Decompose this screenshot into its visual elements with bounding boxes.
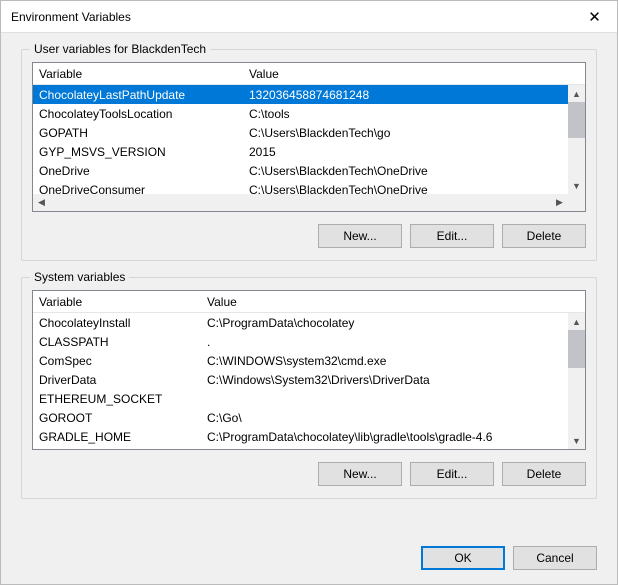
- column-header-variable[interactable]: Variable: [33, 67, 243, 81]
- table-row[interactable]: ComSpecC:\WINDOWS\system32\cmd.exe: [33, 351, 568, 370]
- system-list-body: ChocolateyInstallC:\ProgramData\chocolat…: [33, 313, 585, 449]
- cell-variable: CLASSPATH: [33, 335, 201, 349]
- user-new-button[interactable]: New...: [318, 224, 402, 248]
- scroll-right-icon[interactable]: ▶: [551, 194, 568, 211]
- cell-value: C:\ProgramData\chocolatey\lib\gradle\too…: [201, 430, 563, 444]
- cell-value: 132036458874681248: [243, 88, 563, 102]
- window-title: Environment Variables: [1, 10, 572, 24]
- scroll-down-icon[interactable]: ▼: [568, 432, 585, 449]
- table-row[interactable]: GOPATHC:\Users\BlackdenTech\go: [33, 123, 568, 142]
- column-header-value[interactable]: Value: [243, 67, 563, 81]
- vertical-scrollbar[interactable]: ▲ ▼: [568, 85, 585, 194]
- user-variables-list[interactable]: Variable Value ChocolateyLastPathUpdate1…: [32, 62, 586, 212]
- table-row[interactable]: OneDriveC:\Users\BlackdenTech\OneDrive: [33, 161, 568, 180]
- cell-variable: GYP_MSVS_VERSION: [33, 145, 243, 159]
- cell-value: 2015: [243, 145, 563, 159]
- dialog-content: User variables for BlackdenTech Variable…: [1, 33, 617, 584]
- system-new-button[interactable]: New...: [318, 462, 402, 486]
- scroll-up-icon[interactable]: ▲: [568, 85, 585, 102]
- user-delete-button[interactable]: Delete: [502, 224, 586, 248]
- cell-variable: ChocolateyToolsLocation: [33, 107, 243, 121]
- system-buttons: New... Edit... Delete: [32, 462, 586, 486]
- cell-variable: DriverData: [33, 373, 201, 387]
- system-list-header: Variable Value: [33, 291, 585, 313]
- table-row[interactable]: DriverDataC:\Windows\System32\Drivers\Dr…: [33, 370, 568, 389]
- user-variables-legend: User variables for BlackdenTech: [30, 42, 210, 56]
- table-row[interactable]: ChocolateyLastPathUpdate1320364588746812…: [33, 85, 568, 104]
- cell-value: C:\Windows\System32\Drivers\DriverData: [201, 373, 563, 387]
- table-row[interactable]: GRADLE_HOMEC:\ProgramData\chocolatey\lib…: [33, 427, 568, 446]
- cell-variable: GOPATH: [33, 126, 243, 140]
- cell-variable: GOROOT: [33, 411, 201, 425]
- table-row[interactable]: ChocolateyToolsLocationC:\tools: [33, 104, 568, 123]
- cell-value: C:\WINDOWS\system32\cmd.exe: [201, 354, 563, 368]
- scroll-left-icon[interactable]: ◀: [33, 194, 50, 211]
- cell-variable: ChocolateyLastPathUpdate: [33, 88, 243, 102]
- table-row[interactable]: CLASSPATH.: [33, 332, 568, 351]
- cell-variable: ChocolateyInstall: [33, 316, 201, 330]
- vertical-scrollbar[interactable]: ▲ ▼: [568, 313, 585, 449]
- table-row[interactable]: ETHEREUM_SOCKET: [33, 389, 568, 408]
- user-variables-group: User variables for BlackdenTech Variable…: [21, 49, 597, 261]
- close-icon[interactable]: ✕: [572, 1, 617, 33]
- cell-value: .: [201, 335, 563, 349]
- cell-value: C:\tools: [243, 107, 563, 121]
- cancel-button[interactable]: Cancel: [513, 546, 597, 570]
- cell-value: C:\Go\: [201, 411, 563, 425]
- system-variables-group: System variables Variable Value Chocolat…: [21, 277, 597, 499]
- cell-variable: OneDrive: [33, 164, 243, 178]
- user-list-body: ChocolateyLastPathUpdate1320364588746812…: [33, 85, 585, 211]
- cell-value: C:\Users\BlackdenTech\OneDrive: [243, 164, 563, 178]
- system-edit-button[interactable]: Edit...: [410, 462, 494, 486]
- cell-variable: GRADLE_HOME: [33, 430, 201, 444]
- horizontal-scrollbar[interactable]: ◀ ▶: [33, 194, 568, 211]
- environment-variables-dialog: Environment Variables ✕ User variables f…: [0, 0, 618, 585]
- table-row[interactable]: GOROOTC:\Go\: [33, 408, 568, 427]
- table-row[interactable]: GYP_MSVS_VERSION2015: [33, 142, 568, 161]
- cell-variable: ETHEREUM_SOCKET: [33, 392, 201, 406]
- column-header-value[interactable]: Value: [201, 295, 563, 309]
- user-list-header: Variable Value: [33, 63, 585, 85]
- dialog-buttons: OK Cancel: [21, 546, 597, 570]
- titlebar: Environment Variables ✕: [1, 1, 617, 33]
- system-variables-legend: System variables: [30, 270, 129, 284]
- table-row[interactable]: ChocolateyInstallC:\ProgramData\chocolat…: [33, 313, 568, 332]
- user-edit-button[interactable]: Edit...: [410, 224, 494, 248]
- user-buttons: New... Edit... Delete: [32, 224, 586, 248]
- scroll-down-icon[interactable]: ▼: [568, 177, 585, 194]
- ok-button[interactable]: OK: [421, 546, 505, 570]
- scroll-up-icon[interactable]: ▲: [568, 313, 585, 330]
- system-delete-button[interactable]: Delete: [502, 462, 586, 486]
- column-header-variable[interactable]: Variable: [33, 295, 201, 309]
- system-variables-list[interactable]: Variable Value ChocolateyInstallC:\Progr…: [32, 290, 586, 450]
- cell-value: C:\Users\BlackdenTech\go: [243, 126, 563, 140]
- cell-variable: ComSpec: [33, 354, 201, 368]
- cell-value: C:\ProgramData\chocolatey: [201, 316, 563, 330]
